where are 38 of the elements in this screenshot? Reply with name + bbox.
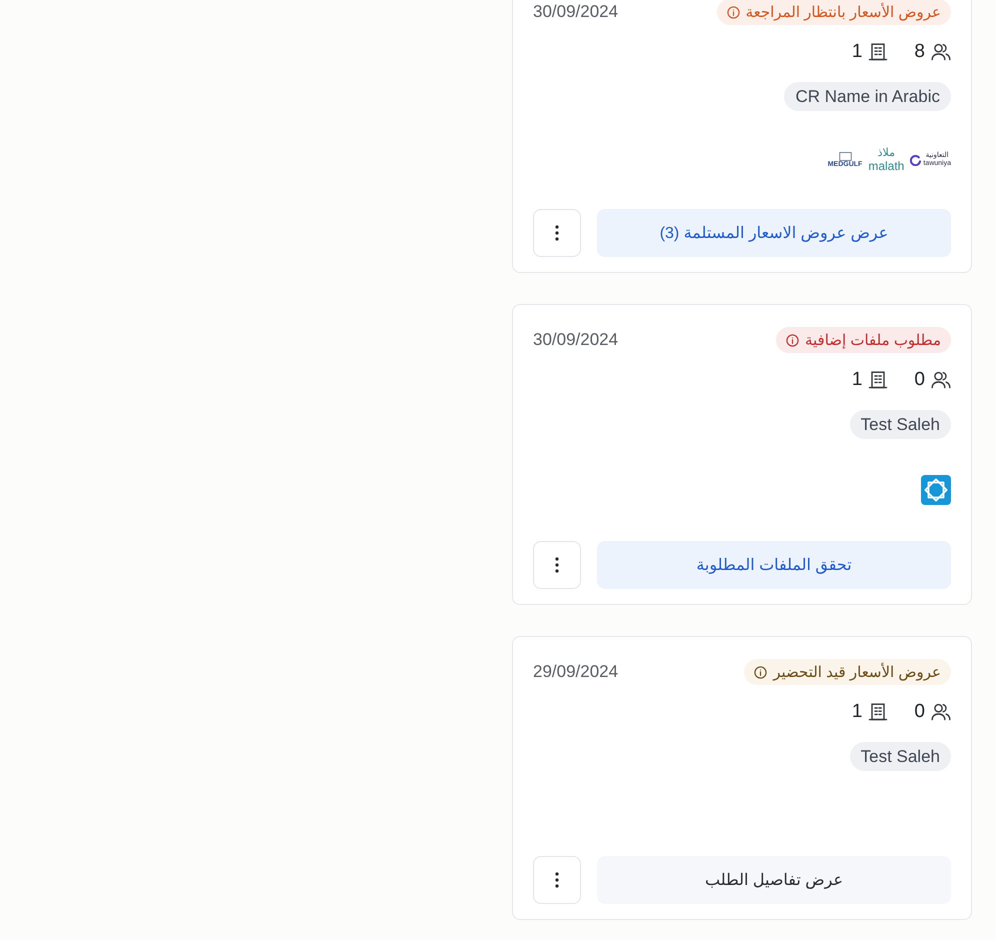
logo-wordmark: malath: [868, 160, 904, 173]
people-count: 0: [914, 369, 925, 391]
request-date: 30/09/2024: [533, 330, 618, 350]
status-label: عروض الأسعار قيد التحضير: [773, 663, 941, 681]
info-icon: [754, 666, 768, 678]
building-count: 1: [852, 701, 862, 723]
request-date: 30/09/2024: [533, 2, 618, 22]
action-button[interactable]: عرض تفاصيل الطلب: [597, 856, 951, 904]
building-icon: [868, 703, 888, 721]
star-logo-icon: [921, 475, 951, 505]
people-icon: [931, 703, 951, 721]
people-icon: [931, 43, 951, 61]
people-count: 0: [914, 701, 925, 723]
people-icon: [931, 371, 951, 389]
ring-icon: [910, 154, 922, 166]
action-button[interactable]: تحقق الملفات المطلوبة: [597, 541, 951, 589]
company-tag: Test Saleh: [850, 410, 951, 439]
request-date: 29/09/2024: [533, 662, 618, 682]
action-button[interactable]: عرض عروض الاسعار المستلمة (3): [597, 209, 951, 257]
vertical-dots-icon: [555, 872, 559, 888]
status-label: عروض الأسعار بانتظار المراجعة: [746, 3, 941, 21]
more-options-button[interactable]: [533, 209, 581, 257]
vertical-dots-icon: [555, 557, 559, 573]
people-count: 8: [914, 41, 925, 63]
building-count: 1: [852, 41, 862, 63]
company-tag: Test Saleh: [850, 742, 951, 771]
vertical-dots-icon: [555, 225, 559, 241]
building-count: 1: [852, 369, 862, 391]
more-options-button[interactable]: [533, 541, 581, 589]
info-icon: [786, 334, 799, 346]
building-icon: [868, 371, 888, 389]
company-tag: CR Name in Arabic: [784, 82, 951, 111]
logo-wordmark: ملاذ: [878, 147, 896, 160]
status-label: مطلوب ملفات إضافية: [804, 331, 941, 349]
more-options-button[interactable]: [533, 856, 581, 904]
frame-icon: [838, 152, 852, 160]
info-icon: [726, 6, 740, 18]
building-icon: [868, 43, 888, 61]
